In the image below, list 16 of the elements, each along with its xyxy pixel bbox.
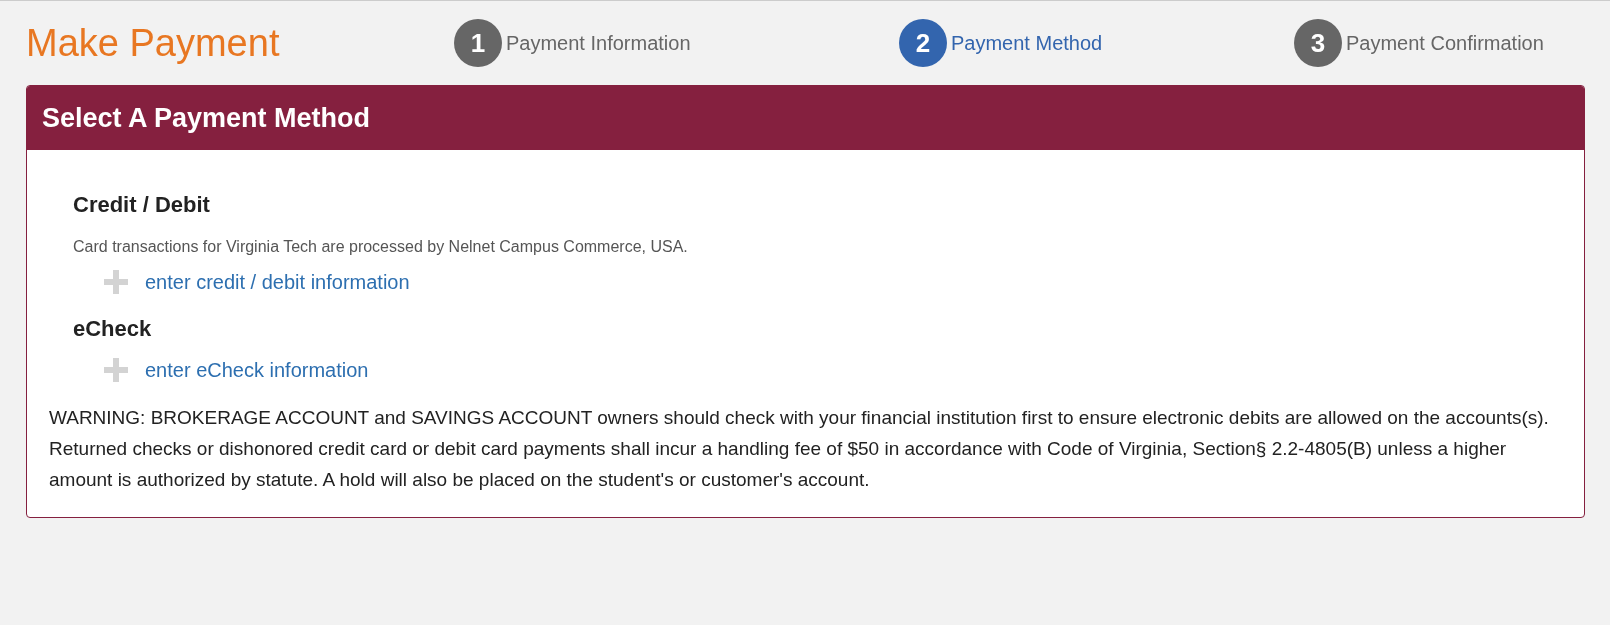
warning-text: WARNING: BROKERAGE ACCOUNT and SAVINGS ACCOUNT owners should check with your financial institution first to ensure electronic debits are allowed on the accounts(s). Returned checks or dishonored credit card or debit card payments shall incur a handling fee of $50 in accordance with Code of Virginia, Section§ 2.2-4805(B) unless a higher amount is authorized by statute. A hold will also be placed on the student's or customer's account.	[49, 406, 1550, 492]
plus-icon	[104, 270, 128, 294]
step-label: Payment Method	[951, 31, 1103, 55]
method-note: Card transactions for Virginia Tech are processed by Nelnet Campus Commerce, USA.	[73, 238, 689, 256]
step-number: 3	[1294, 19, 1342, 67]
method-heading: Credit / Debit	[73, 191, 211, 219]
method-link[interactable]: enter credit / debit information	[145, 270, 410, 294]
step-label: Payment Information	[506, 31, 691, 55]
panel-header: Select A Payment Method	[27, 86, 1584, 150]
method-heading: eCheck	[73, 315, 153, 343]
page-title: Make Payment	[26, 21, 280, 65]
step-label: Payment Confirmation	[1346, 31, 1544, 55]
step-number: 2	[899, 19, 947, 67]
step-number: 1	[454, 19, 502, 67]
plus-icon	[104, 358, 128, 382]
method-link[interactable]: enter eCheck information	[145, 358, 369, 382]
